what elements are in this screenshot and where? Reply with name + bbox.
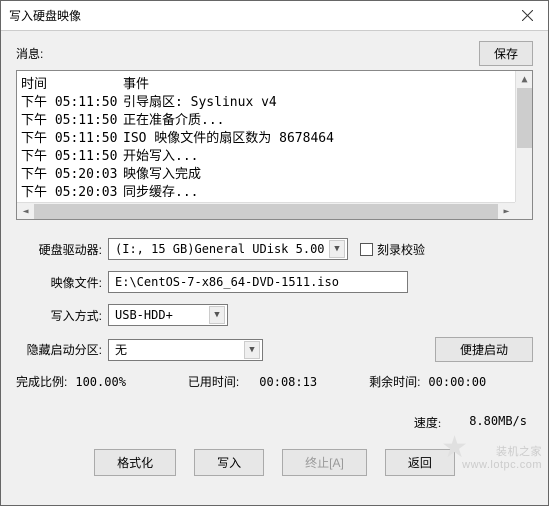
log-event: 引导扇区: Syslinux v4 [123,94,528,112]
drive-label: 硬盘驱动器: [16,241,108,258]
titlebar: 写入硬盘映像 [1,1,548,31]
scroll-thumb-h[interactable] [34,204,498,219]
drive-combo[interactable]: (I:, 15 GB)General UDisk 5.00 ▼ [108,238,348,260]
write-button[interactable]: 写入 [194,449,264,476]
log-time: 下午 05:11:50 [21,94,123,112]
row-drive: 硬盘驱动器: (I:, 15 GB)General UDisk 5.00 ▼ 刻… [16,238,533,260]
drive-value: (I:, 15 GB)General UDisk 5.00 [115,242,325,256]
checkbox-box [360,243,373,256]
row-hide-boot: 隐藏启动分区: 无 ▼ 便捷启动 [16,337,533,362]
done-pct-value: 100.00% [75,375,126,389]
close-button[interactable] [506,1,548,30]
write-mode-value: USB-HDD+ [115,308,205,322]
image-label: 映像文件: [16,274,108,291]
log-time: 下午 05:20:03 [21,184,123,202]
log-event: 同步缓存... [123,184,528,202]
chevron-down-icon: ▼ [209,306,225,324]
scroll-right-icon: ► [498,203,515,220]
scroll-corner [515,202,532,219]
portable-boot-button[interactable]: 便捷启动 [435,337,533,362]
dialog-window: 写入硬盘映像 消息: 保存 时间 事件 下午 05:11:50引导扇区: Sys… [0,0,549,506]
log-time: 下午 05:20:03 [21,166,123,184]
log-time: 下午 05:11:50 [21,130,123,148]
done-pct-label: 完成比例: [16,373,67,390]
row-image: 映像文件: E:\CentOS-7-x86_64-DVD-1511.iso [16,271,533,293]
log-event: 映像写入完成 [123,166,528,184]
bottom-buttons: 格式化 写入 终止[A] 返回 [16,449,533,476]
save-button[interactable]: 保存 [479,41,533,66]
hide-boot-value: 无 [115,341,240,358]
log-row: 下午 05:20:03映像写入完成 [21,166,528,184]
message-row: 消息: 保存 [16,41,533,66]
scroll-left-icon: ◄ [17,203,34,220]
log-event: ISO 映像文件的扇区数为 8678464 [123,130,528,148]
image-field[interactable]: E:\CentOS-7-x86_64-DVD-1511.iso [108,271,408,293]
chevron-down-icon: ▼ [244,341,260,359]
image-value: E:\CentOS-7-x86_64-DVD-1511.iso [115,275,339,289]
message-label: 消息: [16,45,43,62]
log-row: 下午 05:11:50开始写入... [21,148,528,166]
verify-label: 刻录校验 [377,241,425,258]
write-mode-label: 写入方式: [16,307,108,324]
verify-checkbox[interactable]: 刻录校验 [360,241,425,258]
form-area: 硬盘驱动器: (I:, 15 GB)General UDisk 5.00 ▼ 刻… [16,238,533,476]
row-write-mode: 写入方式: USB-HDD+ ▼ [16,304,533,326]
window-title: 写入硬盘映像 [9,7,81,24]
scrollbar-horizontal[interactable]: ◄ ► [17,202,515,219]
scroll-thumb-v[interactable] [517,88,532,148]
format-button[interactable]: 格式化 [94,449,176,476]
scroll-up-icon: ▲ [516,71,533,88]
scrollbar-vertical[interactable]: ▲ [515,71,532,202]
speed-row: 速度: 8.80MB/s [16,414,533,431]
write-mode-combo[interactable]: USB-HDD+ ▼ [108,304,228,326]
hide-boot-combo[interactable]: 无 ▼ [108,339,263,361]
log-time: 下午 05:11:50 [21,148,123,166]
elapsed-value: 00:08:13 [259,375,317,389]
log-col-time: 时间 [21,73,123,92]
chevron-down-icon: ▼ [329,240,345,258]
elapsed-label: 已用时间: [188,373,239,390]
hide-boot-label: 隐藏启动分区: [16,341,108,358]
dialog-body: 消息: 保存 时间 事件 下午 05:11:50引导扇区: Syslinux v… [1,31,548,505]
remain-label: 剩余时间: [369,373,420,390]
back-button[interactable]: 返回 [385,449,455,476]
stats-row: 完成比例: 100.00% 已用时间: 00:08:13 剩余时间: 00:00… [16,373,533,390]
speed-value: 8.80MB/s [469,414,527,431]
log-row: 下午 05:11:50ISO 映像文件的扇区数为 8678464 [21,130,528,148]
log-header: 时间 事件 [17,71,532,94]
abort-button: 终止[A] [282,449,367,476]
log-event: 开始写入... [123,148,528,166]
log-col-event: 事件 [123,73,528,92]
close-icon [522,10,533,21]
log-row: 下午 05:11:50正在准备介质... [21,112,528,130]
log-row: 下午 05:11:50引导扇区: Syslinux v4 [21,94,528,112]
remain-value: 00:00:00 [428,375,486,389]
log-event: 正在准备介质... [123,112,528,130]
log-box: 时间 事件 下午 05:11:50引导扇区: Syslinux v4下午 05:… [16,70,533,220]
log-time: 下午 05:11:50 [21,112,123,130]
speed-label: 速度: [414,414,441,431]
log-row: 下午 05:20:03同步缓存... [21,184,528,202]
